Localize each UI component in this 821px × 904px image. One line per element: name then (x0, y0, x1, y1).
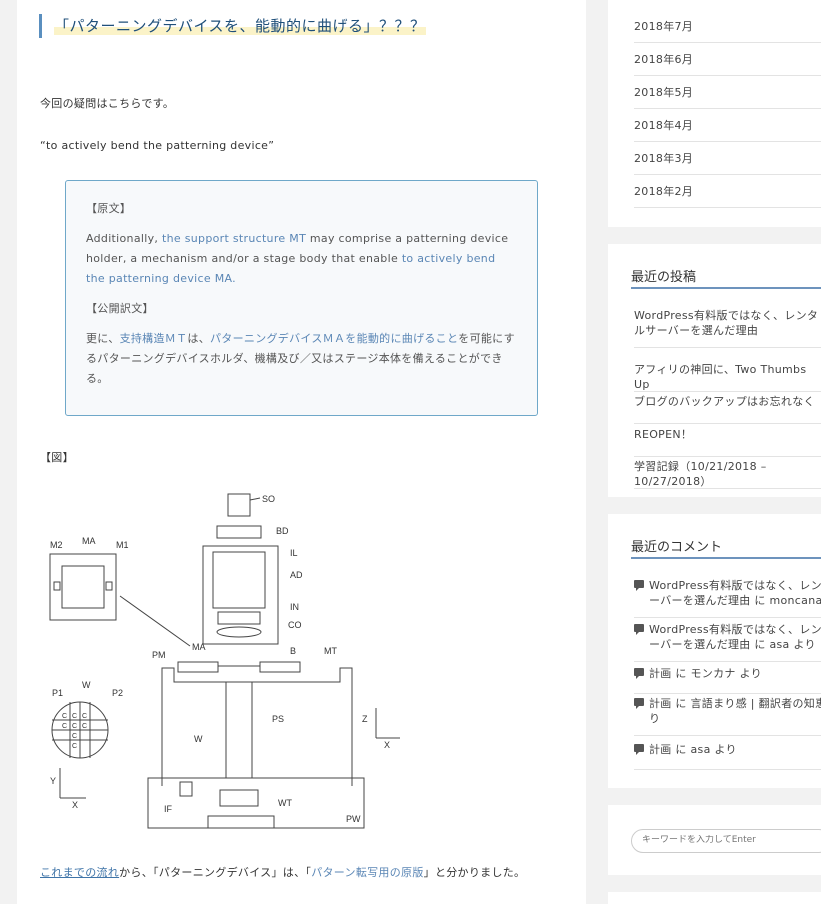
comment-line: 計画 に asa より (649, 743, 737, 756)
translation-heading: 【公開訳文】 (86, 302, 154, 315)
recent-posts-widget: 最近の投稿 WordPress有料版ではなく、レンタルサーバーを選んだ理由アフィ… (608, 244, 821, 497)
archive-link[interactable]: 2018年4月 (634, 109, 821, 142)
svg-text:IL: IL (290, 548, 298, 558)
comment-line: 計画 に 言語まり感 | 翻訳者の知恵袋 (649, 697, 821, 710)
original-text: Additionally, the support structure MT m… (86, 232, 509, 285)
svg-text:Z: Z (362, 714, 368, 724)
comment-line: ーバーを選んだ理由 に moncana よ (649, 594, 821, 607)
wafer-die-label: C (62, 713, 67, 720)
svg-text:WT: WT (278, 798, 292, 808)
recent-comment-item[interactable]: 計画 に asa より (634, 742, 821, 770)
svg-text:CO: CO (288, 620, 302, 630)
svg-text:PM: PM (152, 650, 166, 660)
svg-text:P1: P1 (52, 688, 63, 698)
article-title: 「パターニングデバイスを、能動的に曲げる」？？？ (54, 17, 426, 35)
comment-line: 計画 に モンカナ より (649, 667, 762, 680)
svg-text:MA: MA (192, 642, 206, 652)
search-input[interactable] (642, 835, 821, 845)
archive-link[interactable]: 2018年6月 (634, 43, 821, 76)
svg-text:PS: PS (272, 714, 284, 724)
svg-text:W: W (194, 734, 203, 744)
comment-icon (634, 668, 644, 679)
recent-post-link[interactable]: REOPEN！ (634, 425, 821, 457)
comment-icon (634, 580, 644, 591)
comment-line: り (649, 712, 661, 725)
svg-text:SO: SO (262, 494, 275, 504)
previous-flow-link[interactable]: これまでの流れ (40, 866, 119, 879)
svg-text:W: W (82, 680, 91, 690)
recent-comments-title: 最近のコメント (631, 536, 821, 559)
archive-link[interactable]: 2018年3月 (634, 142, 821, 175)
lithography-figure: SO BD IL AD IN CO M2 MA M1 MA PM B MT PS… (49, 493, 400, 829)
wafer-die-label: C (72, 733, 77, 740)
svg-text:X: X (72, 800, 78, 810)
recent-post-link[interactable]: ブログのバックアップはお忘れなく (634, 392, 821, 424)
recent-posts-title: 最近の投稿 (631, 266, 821, 289)
recent-comment-item[interactable]: 計画 に モンカナ より (634, 666, 821, 694)
svg-text:IN: IN (290, 602, 299, 612)
recent-comment-item[interactable]: 計画 に 言語まり感 | 翻訳者の知恵袋り (634, 696, 821, 736)
wafer-die-label: C (72, 743, 77, 750)
search-widget (608, 805, 821, 875)
search-box (631, 829, 821, 853)
wafer-die-label: C (82, 723, 87, 730)
svg-text:M2: M2 (50, 540, 63, 550)
archive-link[interactable]: 2018年2月 (634, 175, 821, 208)
archive-link[interactable]: 2018年5月 (634, 76, 821, 109)
svg-text:P2: P2 (112, 688, 123, 698)
svg-text:MA: MA (82, 536, 96, 546)
intro-text: 今回の疑問はこちらです。 (40, 97, 175, 110)
svg-text:PW: PW (346, 814, 361, 824)
comment-icon (634, 624, 644, 635)
recent-post-link[interactable]: WordPress有料版ではなく、レンタルサーバーを選んだ理由 (634, 306, 821, 348)
translation-text: 更に、支持構造ＭＴは、パターニングデバイスＭＡを能動的に曲げることを可能にするパ… (86, 332, 515, 385)
archive-link[interactable]: 2018年7月 (634, 10, 821, 43)
svg-text:IF: IF (164, 804, 173, 814)
svg-text:AD: AD (290, 570, 303, 580)
svg-text:BD: BD (276, 526, 289, 536)
wafer-die-label: C (72, 713, 77, 720)
figure-heading: 【図】 (40, 451, 74, 464)
wafer-die-label: C (72, 723, 77, 730)
comment-line: WordPress有料版ではなく、レンタ (649, 579, 821, 592)
comment-icon (634, 744, 644, 755)
svg-text:M1: M1 (116, 540, 129, 550)
article-heading: 「パターニングデバイスを、能動的に曲げる」？？？ (39, 14, 426, 38)
svg-text:MT: MT (324, 646, 337, 656)
svg-text:X: X (384, 740, 390, 750)
original-heading: 【原文】 (86, 202, 132, 215)
recent-post-link[interactable]: 学習記録（10/21/2018 – 10/27/2018） (634, 457, 821, 489)
quote-box: 【原文】 Additionally, the support structure… (65, 180, 538, 416)
svg-text:B: B (290, 646, 296, 656)
wafer-die-label: C (82, 713, 87, 720)
recent-comment-item[interactable]: WordPress有料版ではなく、レンタ ーバーを選んだ理由 に asa より (634, 622, 821, 662)
comment-line: WordPress有料版ではなく、レンタ (649, 623, 821, 636)
comment-line: ーバーを選んだ理由 に asa より (649, 638, 816, 651)
recent-post-link[interactable]: アフィリの神回に、Two Thumbs Up (634, 360, 821, 392)
phrase-text: “to actively bend the patterning device” (40, 139, 275, 152)
conclusion-text: これまでの流れから、「パターニングデバイス」は、「パターン転写用の原版」と分かり… (40, 866, 526, 879)
next-widget (608, 892, 821, 904)
archives-widget: 2018年7月 2018年6月 2018年5月 2018年4月 2018年3月 2018年… (608, 0, 821, 227)
svg-text:Y: Y (50, 776, 56, 786)
wafer-die-label: C (62, 723, 67, 730)
recent-comments-widget: 最近のコメント WordPress有料版ではなく、レンタ ーバーを選んだ理由 に … (608, 514, 821, 788)
article-panel: 「パターニングデバイスを、能動的に曲げる」？？？ 今回の疑問はこちらです。 “t… (17, 0, 586, 904)
recent-comment-item[interactable]: WordPress有料版ではなく、レンタ ーバーを選んだ理由 に moncana … (634, 578, 821, 618)
comment-icon (634, 698, 644, 709)
